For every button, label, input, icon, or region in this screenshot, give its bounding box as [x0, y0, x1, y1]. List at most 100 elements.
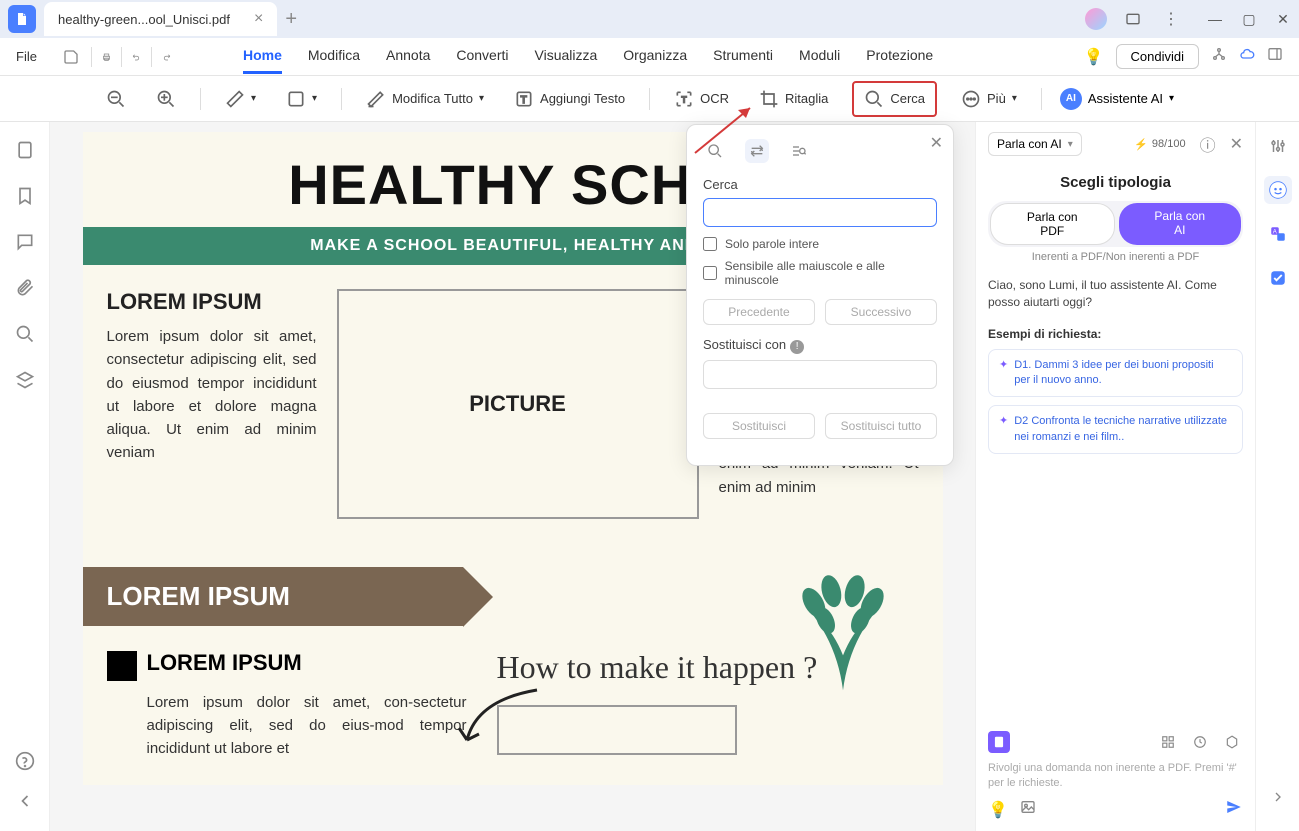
print-icon[interactable]: [91, 47, 111, 67]
search-mode-icon[interactable]: [703, 139, 727, 163]
document-context-icon[interactable]: [988, 731, 1010, 753]
help-icon[interactable]: [15, 751, 35, 771]
image-icon[interactable]: [1020, 799, 1036, 820]
ocr-tool[interactable]: TOCR: [668, 85, 735, 113]
more-vertical-icon[interactable]: ⋮: [1159, 7, 1183, 31]
cloud-icon[interactable]: [1239, 46, 1255, 67]
layers-icon[interactable]: [15, 370, 35, 390]
translate-icon[interactable]: A: [1264, 220, 1292, 248]
edit-all-tool[interactable]: Modifica Tutto▾: [360, 85, 490, 113]
toggle-pdf-mode[interactable]: Parla conPDF: [990, 203, 1115, 245]
tab-strumenti[interactable]: Strumenti: [713, 39, 773, 74]
curved-arrow-icon: [447, 680, 547, 760]
lightbulb-icon[interactable]: 💡: [1084, 47, 1104, 67]
app-logo-icon: [8, 5, 36, 33]
ai-mode-toggle: Parla conPDF Parla conAI: [988, 201, 1243, 247]
add-text-tool[interactable]: TAggiungi Testo: [508, 85, 631, 113]
examples-label: Esempi di richiesta:: [988, 327, 1243, 341]
search-label: Cerca: [703, 177, 937, 192]
checkmark-icon[interactable]: [1264, 264, 1292, 292]
sliders-icon[interactable]: [1264, 132, 1292, 160]
highlighter-tool[interactable]: ▾: [219, 85, 262, 113]
panel-icon[interactable]: [1267, 46, 1283, 67]
picture-placeholder: PICTURE: [337, 289, 699, 519]
message-icon[interactable]: [1121, 7, 1145, 31]
crop-tool[interactable]: Ritaglia: [753, 85, 834, 113]
section-banner: LOREM IPSUM: [83, 567, 463, 626]
new-tab-button[interactable]: +: [285, 8, 297, 31]
share-link-icon[interactable]: [1211, 46, 1227, 67]
grid-icon[interactable]: [1157, 731, 1179, 753]
case-sensitive-checkbox[interactable]: Sensibile alle maiuscole e alle minuscol…: [703, 259, 937, 287]
tab-home[interactable]: Home: [243, 39, 282, 74]
toggle-ai-mode[interactable]: Parla conAI: [1119, 203, 1242, 245]
column1-heading: LOREM IPSUM: [107, 289, 317, 315]
share-button[interactable]: Condividi: [1116, 44, 1199, 69]
history-icon[interactable]: [1189, 731, 1211, 753]
attachments-icon[interactable]: [15, 278, 35, 298]
tab-protezione[interactable]: Protezione: [866, 39, 933, 74]
search-tool[interactable]: Cerca: [852, 81, 937, 117]
thumbnails-icon[interactable]: [15, 140, 35, 160]
next-button[interactable]: Successivo: [825, 299, 937, 325]
replace-button[interactable]: Sostituisci: [703, 413, 815, 439]
column1-text: Lorem ipsum dolor sit amet, consectetur …: [107, 325, 317, 465]
more-tool[interactable]: Più▾: [955, 85, 1023, 113]
help-circle-icon[interactable]: ⓘ: [1200, 132, 1216, 156]
right-rail: A: [1255, 122, 1299, 831]
tab-annota[interactable]: Annota: [386, 39, 430, 74]
search-input[interactable]: [703, 198, 937, 227]
bookmarks-icon[interactable]: [15, 186, 35, 206]
document-tab[interactable]: healthy-green...ool_Unisci.pdf ×: [44, 2, 277, 36]
tab-modifica[interactable]: Modifica: [308, 39, 360, 74]
replace-input[interactable]: [703, 360, 937, 389]
send-icon[interactable]: [1225, 798, 1243, 821]
tab-moduli[interactable]: Moduli: [799, 39, 840, 74]
replace-mode-icon[interactable]: [745, 139, 769, 163]
lightbulb-small-icon[interactable]: 💡: [988, 800, 1008, 820]
redo-icon[interactable]: [151, 47, 171, 67]
whole-words-checkbox[interactable]: Solo parole intere: [703, 237, 937, 251]
close-search-icon[interactable]: ✕: [930, 133, 943, 153]
user-avatar[interactable]: [1085, 8, 1107, 30]
example-prompt-1[interactable]: ✦D1. Dammi 3 idee per dei buoni proposit…: [988, 349, 1243, 398]
prev-button[interactable]: Precedente: [703, 299, 815, 325]
search-replace-panel: ✕ Cerca Solo parole intere Sensibile all…: [686, 124, 954, 466]
lower-text: Lorem ipsum dolor sit amet, con-sectetur…: [147, 691, 467, 761]
settings-hex-icon[interactable]: [1221, 731, 1243, 753]
search-sidebar-icon[interactable]: [15, 324, 35, 344]
shape-tool[interactable]: ▾: [280, 85, 323, 113]
ai-mode-select[interactable]: Parla con AI▾: [988, 132, 1082, 156]
zoom-out-button[interactable]: [100, 85, 132, 113]
bullet-square: [107, 651, 137, 681]
tab-visualizza[interactable]: Visualizza: [535, 39, 598, 74]
ai-panel: Parla con AI▾ ⚡98/100 ⓘ ✕ Scegli tipolog…: [975, 122, 1255, 831]
close-ai-icon[interactable]: ✕: [1230, 134, 1243, 154]
replace-label: Sostituisci con!: [703, 337, 937, 354]
expand-icon[interactable]: [1264, 783, 1292, 811]
ai-chat-icon[interactable]: [1264, 176, 1292, 204]
save-icon[interactable]: [61, 47, 81, 67]
close-icon[interactable]: ✕: [1275, 11, 1291, 27]
minimize-icon[interactable]: —: [1207, 11, 1223, 27]
bolt-icon: ⚡: [1134, 138, 1148, 151]
advanced-search-icon[interactable]: [787, 139, 811, 163]
tab-converti[interactable]: Converti: [456, 39, 508, 74]
tab-organizza[interactable]: Organizza: [623, 39, 687, 74]
sparkle-icon: ✦: [999, 414, 1008, 445]
ai-assistant-button[interactable]: AIAssistente AI▾: [1060, 88, 1174, 110]
sparkle-icon: ✦: [999, 358, 1008, 389]
script-text: How to make it happen ?: [497, 650, 919, 685]
close-tab-icon[interactable]: ×: [254, 10, 263, 28]
tab-title: healthy-green...ool_Unisci.pdf: [58, 12, 230, 27]
collapse-icon[interactable]: [15, 791, 35, 811]
file-menu[interactable]: File: [16, 49, 37, 64]
info-icon[interactable]: !: [790, 340, 804, 354]
undo-icon[interactable]: [121, 47, 141, 67]
zoom-in-button[interactable]: [150, 85, 182, 113]
maximize-icon[interactable]: ▢: [1241, 11, 1257, 27]
comments-icon[interactable]: [15, 232, 35, 252]
example-prompt-2[interactable]: ✦D2 Confronta le tecniche narrative util…: [988, 405, 1243, 454]
ai-input-placeholder[interactable]: Rivolgi una domanda non inerente a PDF. …: [988, 761, 1243, 790]
replace-all-button[interactable]: Sostituisci tutto: [825, 413, 937, 439]
